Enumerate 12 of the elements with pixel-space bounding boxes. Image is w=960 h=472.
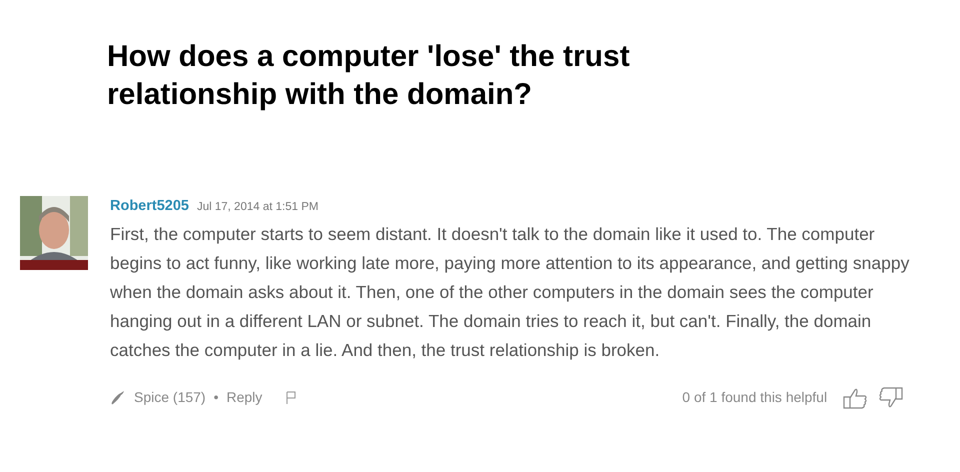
question-title: How does a computer 'lose' the trust relationship with the domain? — [107, 39, 631, 113]
separator-dot: • — [214, 388, 218, 408]
thumbs-up-icon[interactable] — [843, 386, 870, 409]
helpful-count: 0 of 1 found this helpful — [682, 388, 828, 408]
flag-icon[interactable] — [286, 390, 296, 405]
thumbs-down-icon[interactable] — [877, 386, 904, 409]
timestamp: Jul 17, 2014 at 1:51 PM — [196, 200, 318, 215]
spice-count: Spice (157) — [134, 388, 206, 408]
pepper-icon — [110, 390, 126, 406]
answer-text: First, the computer starts to seem distant. It doesn't talk to the domain like it used to. The computer begins to act funny, like working late more, paying more attention to its appearance, and getting snappy when the domain asks about it. Then, one of the other computers in the domain sees the computer hanging out in a different LAN or subnet. The domain tries to reach it, but can't. Finally, the domain catches the computer in a lie. And then, the trust relationship is broken. — [110, 222, 910, 362]
reply-link[interactable]: Reply — [226, 387, 262, 408]
author-link[interactable]: Robert5205 — [110, 196, 189, 218]
